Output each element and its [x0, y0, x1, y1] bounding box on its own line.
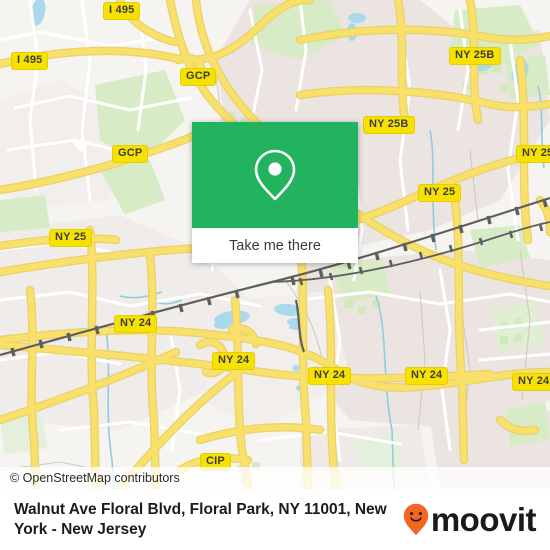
- map-popup-card[interactable]: Take me there: [192, 122, 358, 263]
- footer-bar: Walnut Ave Floral Blvd, Floral Park, NY …: [0, 489, 550, 550]
- take-me-there-label: Take me there: [229, 237, 321, 254]
- popup-action[interactable]: Take me there: [192, 228, 358, 263]
- road-shield: NY 24: [308, 367, 352, 385]
- map-attribution-bar: © OpenStreetMap contributors: [0, 467, 550, 489]
- map-canvas[interactable]: I 495 I 495 GCP GCP NY 25B NY 25B NY 25 …: [0, 0, 550, 489]
- road-shield: NY 25B: [449, 47, 501, 65]
- road-shield: GCP: [180, 68, 217, 86]
- road-shield: NY 24: [212, 352, 256, 370]
- road-shield: NY 25: [516, 145, 550, 163]
- road-shield: NY 24: [405, 367, 449, 385]
- popup-header: [192, 122, 358, 228]
- road-shield: NY 25: [418, 184, 462, 202]
- moovit-smiley-pin-icon: [403, 503, 429, 536]
- road-shield: GCP: [112, 145, 149, 163]
- road-shield: I 495: [103, 2, 141, 20]
- road-shield: NY 25: [49, 229, 93, 247]
- road-shield: NY 24: [114, 315, 158, 333]
- address-label: Walnut Ave Floral Blvd, Floral Park, NY …: [14, 500, 387, 538]
- road-shield: NY 24: [512, 373, 550, 391]
- screenshot-root: I 495 I 495 GCP GCP NY 25B NY 25B NY 25 …: [0, 0, 550, 550]
- road-shield: NY 25B: [363, 116, 415, 134]
- popup-tail-pointer: [71, 141, 91, 152]
- osm-attribution-text[interactable]: © OpenStreetMap contributors: [10, 471, 180, 485]
- moovit-logo[interactable]: moovit: [403, 501, 537, 538]
- map-pin-icon: [254, 149, 296, 201]
- moovit-wordmark: moovit: [430, 501, 537, 538]
- road-shield: I 495: [11, 52, 49, 70]
